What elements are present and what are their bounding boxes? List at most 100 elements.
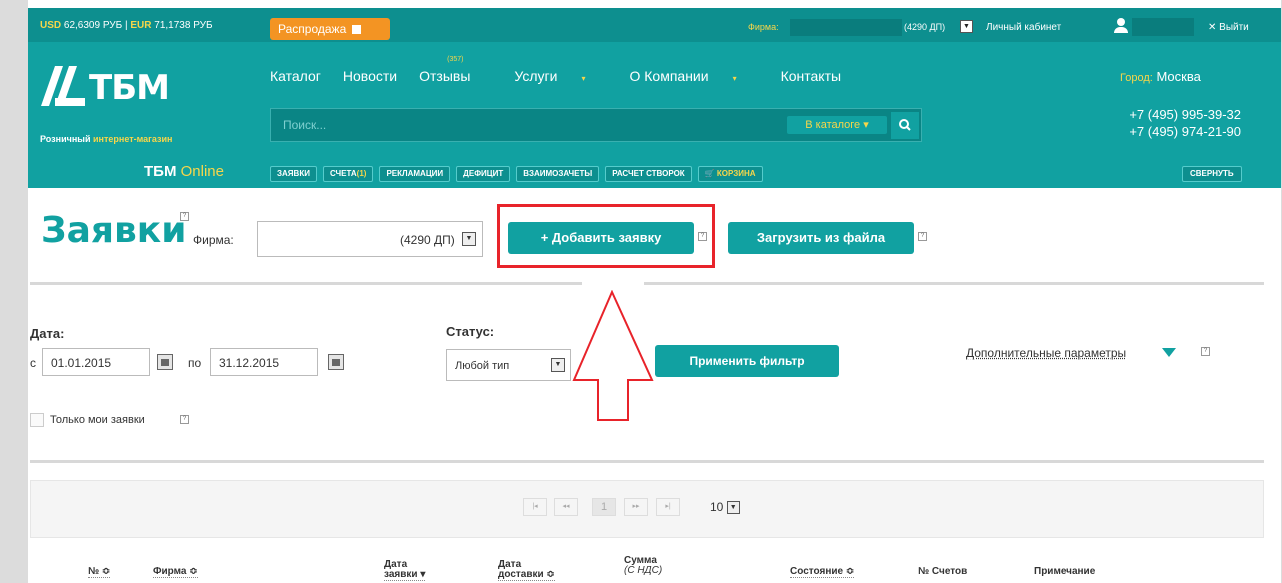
nav-contacts[interactable]: Контакты — [781, 68, 841, 84]
from-label: с — [30, 356, 36, 370]
top-firm-label: Фирма: — [748, 22, 779, 32]
sale-label: Распродажа — [278, 22, 347, 36]
up-arrow-annotation-icon — [572, 290, 654, 421]
user-name-field[interactable] — [1132, 18, 1194, 36]
nav-services[interactable]: Услуги ▾ — [514, 68, 607, 84]
col-header-delivery-date[interactable]: Дата доставки ≎ — [498, 560, 555, 581]
cart-icon: 🛒 — [704, 169, 717, 178]
logo-mark-icon — [41, 66, 85, 106]
tab-deficit[interactable]: ДЕФИЦИТ — [456, 166, 511, 182]
nav-catalog[interactable]: Каталог — [270, 68, 321, 84]
logout-link[interactable]: ✕ Выйти — [1208, 22, 1249, 33]
title-help-icon[interactable]: ? — [180, 212, 189, 221]
per-page-select[interactable]: 10 ▼ — [710, 500, 740, 515]
chevron-down-icon: ▾ — [581, 74, 586, 83]
calendar-icon[interactable] — [328, 354, 344, 370]
eur-label: EUR — [130, 20, 152, 31]
city-selector[interactable]: Город: Москва — [1120, 69, 1201, 84]
col-header-num[interactable]: № ≎ — [88, 566, 111, 578]
calendar-icon[interactable] — [157, 354, 173, 370]
firm-dp-value: (4290 ДП) — [400, 233, 455, 247]
col-header-state[interactable]: Состояние ≎ — [790, 566, 855, 578]
col-num-label: № ≎ — [88, 566, 111, 578]
pager-first-button[interactable]: |◂ — [523, 498, 547, 516]
firm-label: Фирма: — [193, 233, 234, 247]
col-header-firm[interactable]: Фирма ≎ — [153, 566, 198, 578]
firm-select[interactable]: (4290 ДП) ▼ — [257, 221, 483, 257]
col-header-sum[interactable]: Сумма (С НДС) — [624, 556, 662, 576]
apply-filter-button[interactable]: Применить фильтр — [655, 345, 839, 377]
tab-offsets[interactable]: ВЗАИМОЗАЧЕТЫ — [516, 166, 600, 182]
col-delivery-date-b: доставки ≎ — [498, 569, 555, 581]
tab-sash-calc[interactable]: РАСЧЕТ СТВОРОК — [605, 166, 692, 182]
phone-1: +7 (495) 995-39-32 — [1129, 107, 1241, 122]
top-firm-dp: (4290 ДП) — [904, 22, 946, 32]
search-button[interactable] — [891, 112, 919, 139]
online-tabs: ЗАЯВКИ СЧЕТА(1) РЕКЛАМАЦИИ ДЕФИЦИТ ВЗАИМ… — [270, 166, 763, 182]
city-label: Город: — [1120, 72, 1153, 84]
extra-params-link[interactable]: Дополнительные параметры — [966, 346, 1126, 360]
pager-last-button[interactable]: ▸| — [656, 498, 680, 516]
nav-reviews[interactable]: Отзывы (357) — [419, 56, 492, 84]
site-logo[interactable]: ТБМ — [41, 64, 231, 108]
status-label: Статус: — [446, 324, 495, 339]
status-select[interactable]: Любой тип ▼ — [446, 349, 571, 381]
tab-invoices-count: (1) — [356, 169, 367, 178]
col-header-order-date[interactable]: Дата заявки ▾ — [384, 560, 426, 581]
top-bar: USD 62,6309 РУБ | EUR 71,1738 РУБ Распро… — [28, 8, 1281, 42]
online-b: Online — [180, 163, 224, 180]
chevron-down-icon[interactable]: ▼ — [551, 358, 565, 372]
tab-claims[interactable]: РЕКЛАМАЦИИ — [379, 166, 451, 182]
search-scope-select[interactable]: В каталоге ▾ — [787, 116, 887, 134]
pager-prev-button[interactable]: ◂◂ — [554, 498, 578, 516]
add-order-button[interactable]: + Добавить заявку — [508, 222, 694, 254]
sale-button[interactable]: Распродажа — [270, 18, 390, 40]
collapse-button[interactable]: СВЕРНУТЬ — [1182, 166, 1242, 182]
add-help-icon[interactable]: ? — [698, 232, 707, 241]
divider — [30, 282, 582, 285]
top-firm-field[interactable] — [790, 19, 902, 36]
only-mine-label[interactable]: Только мои заявки — [50, 414, 145, 426]
upload-help-icon[interactable]: ? — [918, 232, 927, 241]
nav-about[interactable]: О Компании ▾ — [629, 68, 758, 84]
tab-orders[interactable]: ЗАЯВКИ — [270, 166, 317, 182]
tab-invoices[interactable]: СЧЕТА(1) — [322, 166, 374, 182]
upload-file-button[interactable]: Загрузить из файла — [728, 222, 914, 254]
nav-news[interactable]: Новости — [343, 68, 397, 84]
pager-next-button[interactable]: ▸▸ — [624, 498, 648, 516]
user-icon[interactable] — [1114, 18, 1128, 34]
reviews-count: (357) — [447, 56, 464, 63]
date-from-input[interactable]: 01.01.2015 — [42, 348, 150, 376]
page-title: Заявки — [41, 210, 187, 251]
date-label: Дата: — [30, 326, 65, 341]
search-bar[interactable]: Поиск... В каталоге ▾ — [270, 108, 922, 142]
rates-separator: | — [124, 20, 128, 31]
triangle-down-icon[interactable] — [1162, 348, 1176, 357]
tab-cart[interactable]: 🛒 КОРЗИНА — [697, 166, 763, 182]
phones: +7 (495) 995-39-32 +7 (495) 974-21-90 — [1125, 106, 1241, 140]
cabinet-link[interactable]: Личный кабинет — [986, 22, 1061, 33]
tbm-online-label: ТБМ Online — [144, 163, 224, 180]
divider — [30, 460, 1264, 463]
col-header-invoices: № Счетов — [918, 566, 968, 577]
usd-label: USD — [40, 20, 62, 31]
search-input[interactable]: Поиск... — [283, 118, 326, 132]
logo-text: ТБМ — [89, 68, 170, 108]
only-mine-checkbox[interactable] — [30, 413, 44, 427]
col-header-note: Примечание — [1034, 566, 1096, 577]
eur-value: 71,1738 РУБ — [154, 20, 213, 31]
col-firm-label: Фирма ≎ — [153, 566, 198, 578]
col-order-date-b: заявки ▾ — [384, 569, 426, 581]
tagline: Розничный интернет-магазин — [40, 134, 172, 144]
extra-help-icon[interactable]: ? — [1201, 347, 1210, 356]
date-to-input[interactable]: 31.12.2015 — [210, 348, 318, 376]
divider — [644, 282, 1264, 285]
chevron-down-icon[interactable]: ▼ — [462, 232, 476, 246]
sale-square-icon — [352, 25, 362, 34]
nav-reviews-label: Отзывы — [419, 68, 471, 84]
top-firm-dropdown-icon[interactable]: ▼ — [960, 20, 973, 33]
chevron-down-icon[interactable]: ▼ — [726, 501, 740, 515]
status-value: Любой тип — [455, 360, 510, 372]
pager-current-page[interactable]: 1 — [592, 498, 616, 516]
only-mine-help-icon[interactable]: ? — [180, 415, 189, 424]
